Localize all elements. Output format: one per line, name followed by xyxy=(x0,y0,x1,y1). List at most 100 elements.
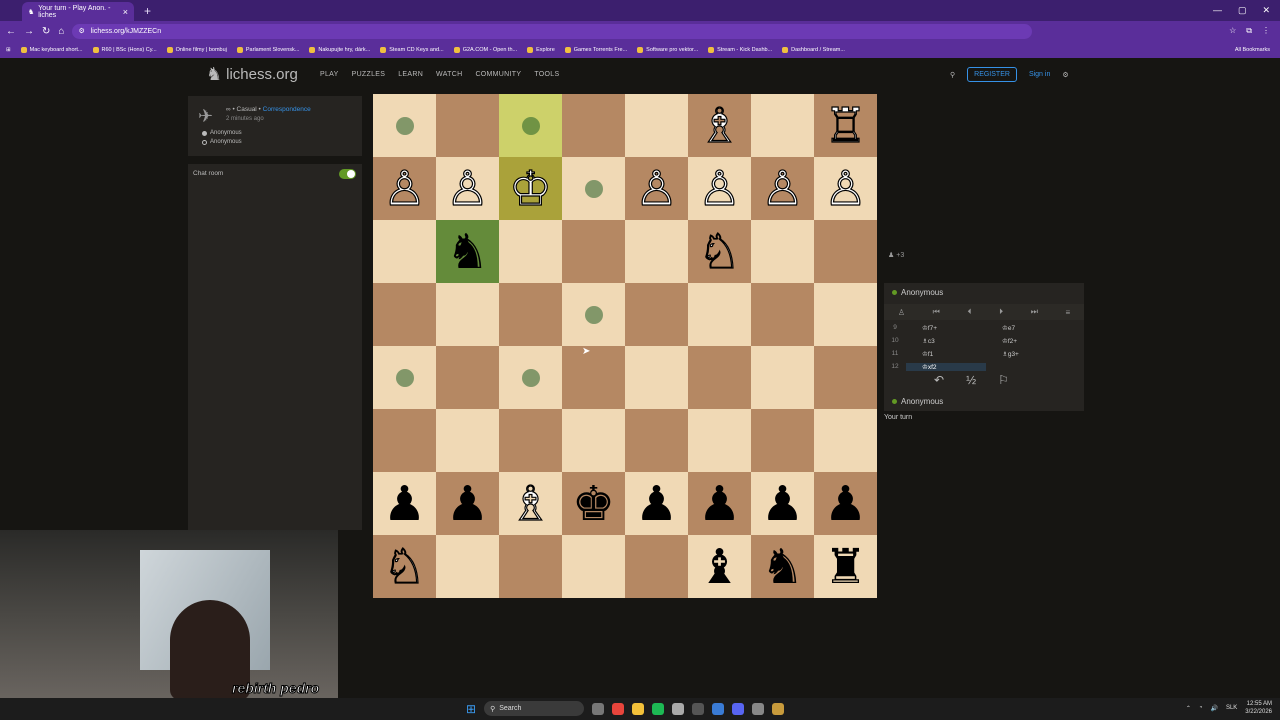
bottom-player-name[interactable]: Anonymous xyxy=(901,397,943,406)
site-logo[interactable]: ♞ lichess.org xyxy=(206,64,298,85)
board-square[interactable] xyxy=(751,220,814,283)
board-square[interactable]: ♙ xyxy=(751,157,814,220)
player-white-name[interactable]: Anonymous xyxy=(210,130,242,136)
black-piece-icon[interactable]: ♟ xyxy=(383,480,426,528)
white-move[interactable]: ♔f1 xyxy=(906,350,986,358)
board-square[interactable]: ♟ xyxy=(814,472,877,535)
player-black-name[interactable]: Anonymous xyxy=(210,139,242,145)
board-square[interactable] xyxy=(436,535,499,598)
omnibox[interactable]: ⚙ lichess.org/kJMZZECn xyxy=(72,23,1033,39)
offer-draw-icon[interactable]: ½ xyxy=(966,373,976,387)
bookmark-item[interactable]: Online filmy | bombuj xyxy=(166,46,227,53)
last-move-icon[interactable]: ⏭ xyxy=(1031,307,1038,317)
next-move-icon[interactable]: ⏵ xyxy=(999,307,1003,317)
board-square[interactable]: ♞ xyxy=(436,220,499,283)
black-piece-icon[interactable]: ♟ xyxy=(824,480,867,528)
legal-move-dot-icon[interactable] xyxy=(395,116,414,135)
home-icon[interactable]: ⌂ xyxy=(58,26,64,37)
browser-tab[interactable]: ♞ Your turn - Play Anon. - liches × xyxy=(22,2,134,21)
white-piece-icon[interactable]: ♖ xyxy=(823,101,867,150)
board-square[interactable]: ♙ xyxy=(814,157,877,220)
all-bookmarks[interactable]: All Bookmarks xyxy=(1235,47,1280,53)
board-square[interactable] xyxy=(436,409,499,472)
white-piece-icon[interactable]: ♙ xyxy=(823,164,867,213)
new-tab-icon[interactable]: + xyxy=(144,4,151,18)
volume-icon[interactable]: 🔊 xyxy=(1210,705,1217,712)
legal-move-dot-icon[interactable] xyxy=(521,116,540,135)
board-square[interactable] xyxy=(625,283,688,346)
bookmark-star-icon[interactable]: ☆ xyxy=(1229,26,1236,36)
board-square[interactable] xyxy=(751,94,814,157)
board-square[interactable] xyxy=(562,220,625,283)
board-square[interactable]: ♙ xyxy=(373,157,436,220)
black-move[interactable]: ♗g3+ xyxy=(986,350,1066,358)
hamburger-menu-icon[interactable]: ≡ xyxy=(1066,308,1071,317)
reload-icon[interactable]: ↻ xyxy=(42,26,50,37)
white-piece-icon[interactable]: ♔ xyxy=(508,164,552,213)
board-square[interactable] xyxy=(625,535,688,598)
league-icon[interactable] xyxy=(772,702,785,715)
black-piece-icon[interactable]: ♞ xyxy=(446,228,489,276)
signin-link[interactable]: Sign in xyxy=(1029,71,1050,78)
board-square[interactable] xyxy=(625,409,688,472)
prev-move-icon[interactable]: ⏴ xyxy=(967,307,971,317)
board-square[interactable]: ♙ xyxy=(688,157,751,220)
board-square[interactable]: ♘ xyxy=(373,535,436,598)
board-square[interactable] xyxy=(814,283,877,346)
board-square[interactable] xyxy=(814,409,877,472)
close-window-icon[interactable]: ✕ xyxy=(1262,5,1270,16)
board-square[interactable]: ♙ xyxy=(436,157,499,220)
bookmark-item[interactable]: Parlament Slovensk... xyxy=(236,46,299,53)
board-square[interactable]: ♞ xyxy=(751,535,814,598)
board-square[interactable] xyxy=(562,94,625,157)
board-square[interactable] xyxy=(562,157,625,220)
board-square[interactable] xyxy=(436,94,499,157)
nav-watch[interactable]: WATCH xyxy=(436,71,462,78)
bookmark-item[interactable]: Dashboard / Stream... xyxy=(782,46,845,53)
board-square[interactable] xyxy=(373,409,436,472)
black-piece-icon[interactable]: ♜ xyxy=(824,543,867,591)
nav-puzzles[interactable]: PUZZLES xyxy=(352,71,386,78)
board-square[interactable] xyxy=(373,220,436,283)
wifi-icon[interactable]: ◔ xyxy=(1199,705,1203,711)
board-square[interactable] xyxy=(562,409,625,472)
board-square[interactable] xyxy=(373,283,436,346)
chat-toggle[interactable] xyxy=(339,169,356,179)
black-move[interactable]: ♔e7 xyxy=(986,324,1066,332)
black-piece-icon[interactable]: ♟ xyxy=(698,480,741,528)
correspondence-link[interactable]: Correspondence xyxy=(263,106,311,113)
black-piece-icon[interactable]: ♟ xyxy=(761,480,804,528)
board-square[interactable]: ♟ xyxy=(625,472,688,535)
task-view-icon[interactable] xyxy=(592,702,605,715)
back-icon[interactable]: ← xyxy=(6,26,16,37)
bookmark-item[interactable]: Explore xyxy=(527,46,555,53)
discord-icon[interactable] xyxy=(732,702,745,715)
board-square[interactable] xyxy=(499,94,562,157)
white-move[interactable]: ♔f7+ xyxy=(906,324,986,332)
bookmark-item[interactable]: Stream - Kick Dashb... xyxy=(708,46,772,53)
chrome-icon[interactable] xyxy=(612,702,625,715)
search-icon[interactable]: ⚲ xyxy=(950,71,955,79)
resign-flag-icon[interactable]: ⚐ xyxy=(998,373,1009,387)
menu-icon[interactable]: ⋮ xyxy=(1262,26,1270,36)
apps-icon[interactable]: ⊞ xyxy=(6,47,11,53)
black-piece-icon[interactable]: ♞ xyxy=(761,543,804,591)
board-square[interactable] xyxy=(436,346,499,409)
white-piece-icon[interactable]: ♘ xyxy=(382,542,426,591)
nav-learn[interactable]: LEARN xyxy=(398,71,423,78)
site-info-icon[interactable]: ⚙ xyxy=(78,27,84,35)
board-square[interactable] xyxy=(751,409,814,472)
board-square[interactable] xyxy=(562,346,625,409)
board-square[interactable]: ♗ xyxy=(499,472,562,535)
board-square[interactable]: ♟ xyxy=(373,472,436,535)
board-square[interactable] xyxy=(373,94,436,157)
black-piece-icon[interactable]: ♟ xyxy=(446,480,489,528)
white-piece-icon[interactable]: ♗ xyxy=(697,101,741,150)
board-square[interactable]: ♟ xyxy=(751,472,814,535)
board-square[interactable] xyxy=(562,283,625,346)
white-piece-icon[interactable]: ♙ xyxy=(760,164,804,213)
board-square[interactable] xyxy=(373,346,436,409)
board-square[interactable] xyxy=(499,346,562,409)
white-piece-icon[interactable]: ♙ xyxy=(382,164,426,213)
board-square[interactable] xyxy=(625,346,688,409)
